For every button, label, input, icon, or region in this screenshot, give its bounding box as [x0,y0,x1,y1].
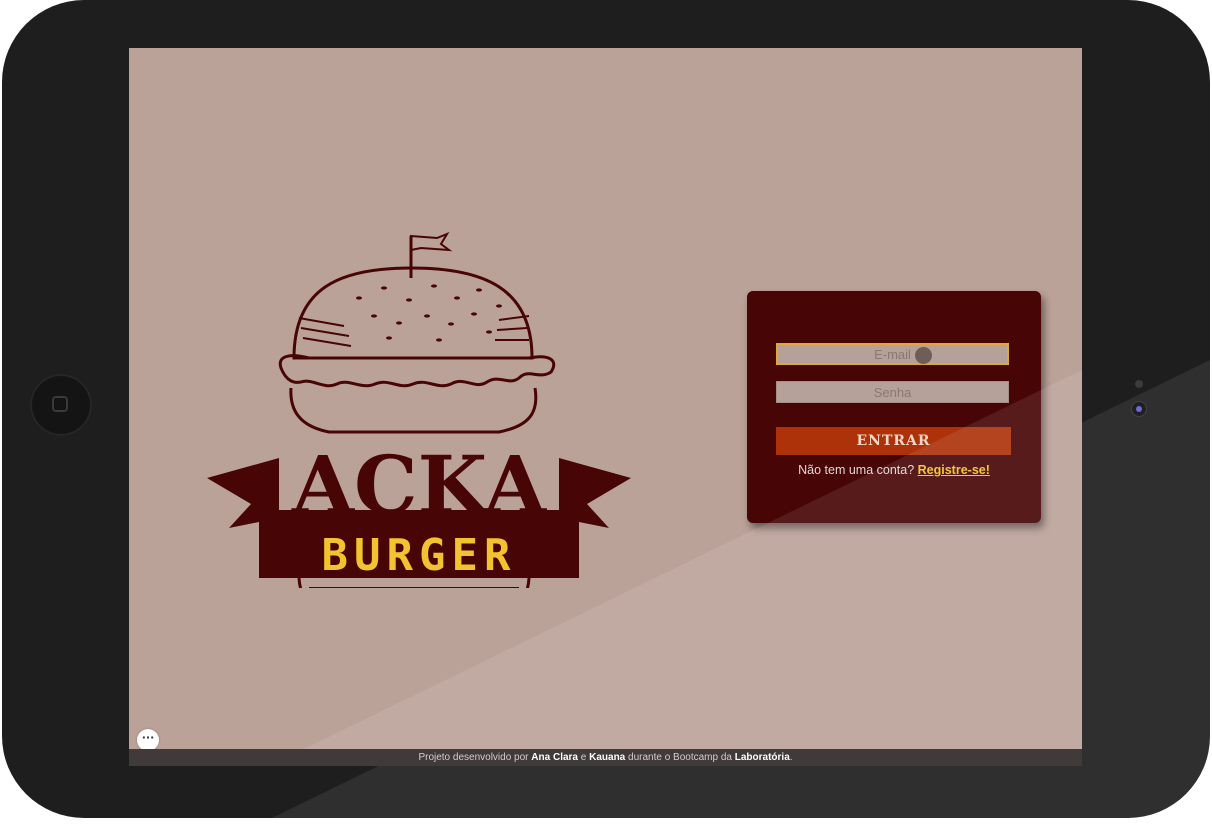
footer-middle: durante o Bootcamp da [628,752,732,763]
login-button[interactable]: ENTRAR [776,427,1011,455]
email-input[interactable] [776,343,1009,365]
footer-suffix: . [789,752,793,763]
camera-icon [1132,402,1146,416]
signup-prompt: Não tem uma conta? [798,463,915,477]
app-screen: ACKA BURGER ENTRAR Não tem uma conta? Re… [129,48,1082,766]
password-input[interactable] [776,381,1009,403]
more-options-icon[interactable]: ··· [137,729,159,751]
tablet-frame: ACKA BURGER ENTRAR Não tem uma conta? Re… [2,0,1210,818]
login-card: ENTRAR Não tem uma conta? Registre-se! [747,291,1041,523]
footer-author-2: Kauana [589,752,626,763]
footer-author-1: Ana Clara [531,752,578,763]
signup-link[interactable]: Registre-se! [918,463,990,477]
home-button-icon[interactable] [30,374,92,436]
signup-prompt-line: Não tem uma conta? Registre-se! [747,463,1041,477]
footer: Projeto desenvolvido por Ana Clara e Kau… [129,749,1082,766]
mouse-cursor-icon [915,347,932,364]
sensor-icon [1135,380,1143,388]
logo-tagline: BURGER [322,530,517,581]
footer-conj: e [580,752,587,763]
acka-burger-logo: ACKA BURGER [207,231,631,588]
home-square-icon [52,396,68,412]
logo-title: ACKA [291,438,547,532]
footer-org: Laboratória [734,752,790,763]
footer-prefix: Projeto desenvolvido por [418,752,529,763]
